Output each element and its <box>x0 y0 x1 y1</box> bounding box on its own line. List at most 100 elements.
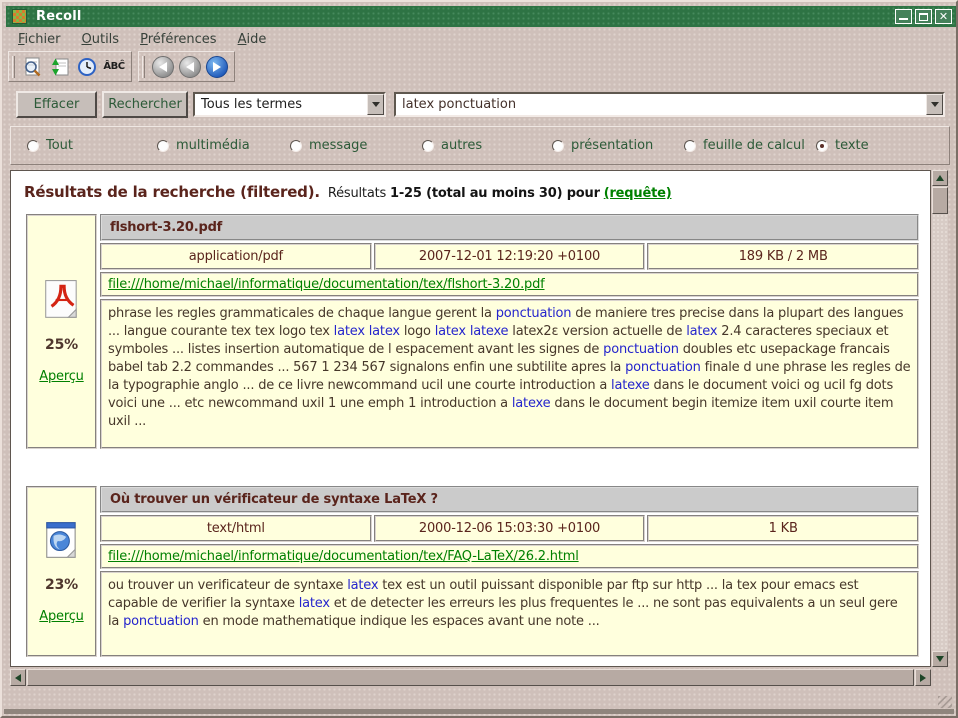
arrow-right-icon <box>920 674 926 682</box>
filter-radio-autres[interactable]: autres <box>422 138 482 153</box>
result-mime-type: text/html <box>100 515 372 542</box>
search-mode-combobox[interactable]: Tous les termes <box>193 92 386 117</box>
relevance-percent: 25% <box>45 337 78 353</box>
result-snippet: phrase les regles grammaticales de chaqu… <box>100 299 919 449</box>
preview-link[interactable]: Aperçu <box>39 369 83 384</box>
search-button[interactable]: Rechercher <box>102 91 188 118</box>
radio-icon <box>290 140 302 152</box>
maximize-button[interactable] <box>915 9 932 24</box>
chevron-down-icon <box>931 102 939 107</box>
radio-icon <box>816 140 828 152</box>
html-document-icon <box>44 519 80 561</box>
window-title: Recoll <box>36 9 82 24</box>
vertical-scrollbar-thumb[interactable] <box>932 187 948 214</box>
result-url-link[interactable]: file:///home/michael/informatique/docume… <box>108 277 545 292</box>
result-side-panel: 25% Aperçu <box>26 214 97 449</box>
horizontal-scrollbar-thumb[interactable] <box>27 669 914 686</box>
scroll-right-button[interactable] <box>915 669 931 686</box>
minimize-button[interactable] <box>895 9 912 24</box>
category-filter-panel: Tout multimédia message autres présentat… <box>10 126 950 165</box>
preview-document-button[interactable] <box>20 54 46 80</box>
recoll-window: Recoll ✕ Fichier Outils Préférences Aide <box>0 0 958 718</box>
toolbar-group-navigation <box>138 51 235 82</box>
result-item: 25% Aperçu flshort-3.20.pdf application/… <box>26 214 919 449</box>
history-clock-icon <box>76 56 98 78</box>
result-date: 2000-12-06 15:03:30 +0100 <box>374 515 646 542</box>
radio-icon <box>684 140 696 152</box>
result-list-area: Résultats de la recherche (filtered). Rés… <box>10 170 931 667</box>
filter-radio-texte[interactable]: texte <box>816 138 869 153</box>
result-side-panel: 23% Aperçu <box>26 486 97 657</box>
forward-arrow-icon <box>206 56 228 78</box>
radio-icon <box>27 140 39 152</box>
arrow-down-icon <box>936 656 944 662</box>
arrow-up-icon <box>936 175 944 181</box>
result-size: 1 KB <box>647 515 919 542</box>
recoll-app-icon <box>12 9 27 24</box>
results-header: Résultats de la recherche (filtered). Rés… <box>24 182 920 201</box>
filter-radio-feuille-de-calcul[interactable]: feuille de calcul <box>684 138 805 153</box>
menu-outils[interactable]: Outils <box>82 32 120 47</box>
term-explorer-abc-icon: ÂBĈ <box>103 61 124 72</box>
back-arrow-icon <box>179 56 201 78</box>
result-mime-type: application/pdf <box>100 243 372 270</box>
scroll-left-button[interactable] <box>10 669 26 686</box>
menubar: Fichier Outils Préférences Aide <box>6 29 956 50</box>
toolbar-group-tools: ÂBĈ <box>8 51 132 82</box>
toolbar-handle[interactable] <box>142 56 145 78</box>
toolbar: ÂBĈ <box>8 51 235 82</box>
query-details-link[interactable]: (requête) <box>604 186 672 201</box>
minimize-icon <box>899 17 908 20</box>
term-explorer-button[interactable]: ÂBĈ <box>101 54 127 80</box>
resize-grip[interactable] <box>938 696 952 708</box>
result-filename: flshort-3.20.pdf <box>100 214 919 241</box>
filter-radio-message[interactable]: message <box>290 138 367 153</box>
toolbar-handle[interactable] <box>12 56 15 78</box>
radio-icon <box>157 140 169 152</box>
horizontal-scrollbar[interactable] <box>10 669 931 686</box>
arrow-left-icon <box>15 674 21 682</box>
scroll-up-button[interactable] <box>932 170 948 186</box>
vertical-scrollbar[interactable] <box>932 170 948 667</box>
results-summary: Résultats 1-25 (total au moins 30) pour … <box>328 186 672 201</box>
results-title: Résultats de la recherche (filtered). <box>24 183 320 201</box>
result-item: 23% Aperçu Où trouver un vérificateur de… <box>26 486 919 657</box>
close-icon: ✕ <box>939 11 948 22</box>
back-arrow-icon <box>152 56 174 78</box>
result-detail-table: flshort-3.20.pdf application/pdf 2007-12… <box>100 214 919 449</box>
filter-radio-presentation[interactable]: présentation <box>552 138 653 153</box>
pdf-document-icon <box>44 279 80 321</box>
chevron-down-icon <box>372 102 380 107</box>
search-mode-dropdown-button[interactable] <box>367 94 384 115</box>
radio-icon <box>552 140 564 152</box>
result-url-link[interactable]: file:///home/michael/informatique/docume… <box>108 549 579 564</box>
scroll-down-button[interactable] <box>932 651 948 667</box>
document-magnifier-icon <box>22 56 44 78</box>
result-date: 2007-12-01 12:19:20 +0100 <box>374 243 646 270</box>
filter-radio-tout[interactable]: Tout <box>27 138 73 153</box>
previous-page-button[interactable] <box>177 54 203 80</box>
search-mode-value: Tous les termes <box>195 97 367 112</box>
filter-radio-multimedia[interactable]: multimédia <box>157 138 250 153</box>
relevance-percent: 23% <box>45 577 78 593</box>
titlebar[interactable]: Recoll ✕ <box>6 6 956 27</box>
next-page-button[interactable] <box>204 54 230 80</box>
first-page-button[interactable] <box>150 54 176 80</box>
menu-preferences[interactable]: Préférences <box>140 32 216 47</box>
query-combobox <box>394 92 945 117</box>
preview-link[interactable]: Aperçu <box>39 609 83 624</box>
result-filename: Où trouver un vérificateur de syntaxe La… <box>100 486 919 513</box>
result-size: 189 KB / 2 MB <box>647 243 919 270</box>
close-button[interactable]: ✕ <box>935 9 952 24</box>
search-query-input[interactable] <box>396 97 926 112</box>
index-update-icon <box>49 56 71 78</box>
radio-icon <box>422 140 434 152</box>
menu-fichier[interactable]: Fichier <box>18 32 61 47</box>
query-history-dropdown-button[interactable] <box>926 94 943 115</box>
update-index-button[interactable] <box>47 54 73 80</box>
result-detail-table: Où trouver un vérificateur de syntaxe La… <box>100 486 919 657</box>
menu-aide[interactable]: Aide <box>238 32 267 47</box>
maximize-icon <box>919 13 928 21</box>
history-button[interactable] <box>74 54 100 80</box>
clear-button[interactable]: Effacer <box>16 91 97 118</box>
